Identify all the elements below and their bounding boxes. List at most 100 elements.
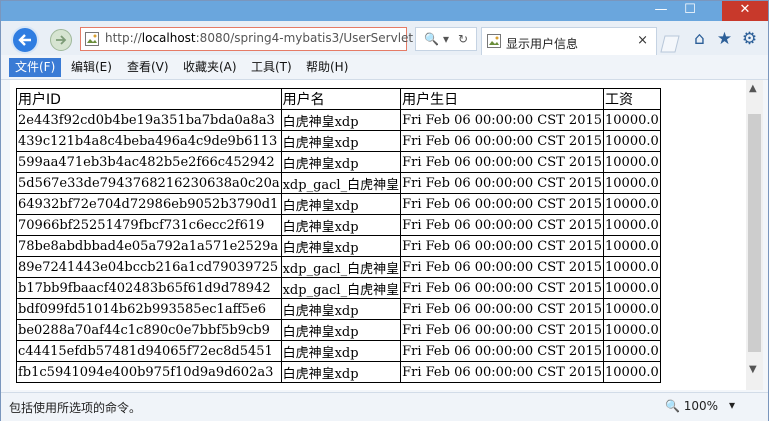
table-header-row: 用户ID 用户名 用户生日 工资 [16, 88, 661, 110]
header-user-birthday: 用户生日 [400, 88, 605, 110]
favorites-star-icon[interactable]: ★ [712, 29, 737, 49]
scroll-up-icon[interactable]: ▲ [749, 83, 757, 94]
minimize-button[interactable]: — [647, 1, 675, 21]
tab-active[interactable]: 显示用户信息 × [481, 27, 657, 55]
address-dropdown-icon[interactable]: ▾ [443, 32, 449, 46]
address-url[interactable]: http://localhost:8080/spring4-mybatis3/U… [105, 31, 413, 45]
refresh-icon[interactable]: ↻ [458, 32, 468, 46]
browser-window: — ☐ ✕ http://localhost:8080/spring4-myba… [0, 0, 769, 421]
cell-user-birthday: Fri Feb 06 00:00:00 CST 2015 [400, 235, 605, 257]
cell-user-birthday: Fri Feb 06 00:00:00 CST 2015 [400, 193, 605, 215]
menu-edit[interactable]: 编辑(E) [65, 58, 118, 77]
cell-user-id: fb1c5941094e400b975f10d9a9d602a3 [16, 361, 282, 383]
table-row: 599aa471eb3b4ac482b5e2f66c452942 白虎神皇xdp F… [16, 151, 661, 173]
menu-help[interactable]: 帮助(H) [300, 58, 354, 77]
cell-user-birthday: Fri Feb 06 00:00:00 CST 2015 [400, 256, 605, 278]
cell-user-birthday: Fri Feb 06 00:00:00 CST 2015 [400, 319, 605, 341]
table-row: 78be8abdbbad4e05a792a1a571e2529a 白虎神皇xdp F… [16, 235, 661, 257]
status-bar: 包括使用所选项的命令。 🔍 100% ▾ [1, 392, 768, 421]
cell-user-name: xdp_gacl_白虎神皇 [280, 256, 402, 278]
cell-user-id: 5d567e33de7943768216230638a0c20a [16, 172, 282, 194]
table-row: 89e7241443e04bccb216a1cd79039725 xdp_gacl… [16, 256, 661, 278]
menu-view[interactable]: 查看(V) [121, 58, 175, 77]
status-message: 包括使用所选项的命令。 [9, 401, 142, 415]
cell-user-id: 439c121b4a8c4beba496a4c9de9b6113 [16, 130, 282, 152]
table-row: be0288a70af44c1c890c0e7bbf5b9cb9 白虎神皇xdp F… [16, 319, 661, 341]
cell-user-id: 70966bf25251479fbcf731c6ecc2f619 [16, 214, 282, 236]
table-row: b17bb9fbaacf402483b65f61d9d78942 xdp_gacl… [16, 277, 661, 299]
url-scheme: http:// [105, 31, 142, 45]
cell-user-id: 89e7241443e04bccb216a1cd79039725 [16, 256, 282, 278]
forward-arrow-icon [56, 35, 67, 45]
cell-salary: 10000.0 [603, 235, 661, 257]
table-row: c44415efdb57481d94065f72ec8d5451 白虎神皇xdp F… [16, 340, 661, 362]
cell-salary: 10000.0 [603, 172, 661, 194]
table-row: 5d567e33de7943768216230638a0c20a xdp_gacl… [16, 172, 661, 194]
menu-file[interactable]: 文件(F) [9, 58, 62, 77]
page-favicon-icon [85, 32, 99, 46]
address-tools: 🔍 ▾ ↻ [415, 27, 477, 51]
table-row: 2e443f92cd0b4be19a351ba7bda0a8a3 白虎神皇xdp F… [16, 109, 661, 131]
cell-user-name: 白虎神皇xdp [280, 214, 402, 236]
cell-salary: 10000.0 [603, 298, 661, 320]
cell-user-name: 白虎神皇xdp [280, 109, 402, 131]
cell-user-birthday: Fri Feb 06 00:00:00 CST 2015 [400, 277, 605, 299]
cell-user-id: 2e443f92cd0b4be19a351ba7bda0a8a3 [16, 109, 282, 131]
header-salary: 工资 [603, 88, 661, 110]
cell-salary: 10000.0 [603, 193, 661, 215]
cell-user-name: 白虎神皇xdp [280, 361, 402, 383]
cell-salary: 10000.0 [603, 151, 661, 173]
cell-user-birthday: Fri Feb 06 00:00:00 CST 2015 [400, 130, 605, 152]
table-row: 70966bf25251479fbcf731c6ecc2f619 白虎神皇xdp F… [16, 214, 661, 236]
address-bar[interactable]: http://localhost:8080/spring4-mybatis3/U… [80, 27, 413, 51]
title-bar: — ☐ ✕ [1, 1, 768, 21]
header-user-id: 用户ID [16, 88, 282, 110]
cell-user-birthday: Fri Feb 06 00:00:00 CST 2015 [400, 109, 605, 131]
cell-user-birthday: Fri Feb 06 00:00:00 CST 2015 [400, 361, 605, 383]
forward-button[interactable] [50, 29, 72, 51]
cell-salary: 10000.0 [603, 340, 661, 362]
cell-user-id: 78be8abdbbad4e05a792a1a571e2529a [16, 235, 282, 257]
menu-tools[interactable]: 工具(T) [245, 58, 298, 77]
url-path: :8080/spring4-mybatis3/UserServlet [195, 31, 414, 45]
browser-toolbar-icons: ⌂ ★ ⚙ [687, 29, 762, 49]
back-arrow-icon [18, 34, 31, 46]
back-button[interactable] [11, 26, 39, 54]
cell-salary: 10000.0 [603, 277, 661, 299]
cell-user-name: 白虎神皇xdp [280, 151, 402, 173]
cell-user-name: 白虎神皇xdp [280, 130, 402, 152]
maximize-button[interactable]: ☐ [676, 1, 704, 21]
close-button[interactable]: ✕ [722, 1, 768, 21]
cell-user-name: 白虎神皇xdp [280, 340, 402, 362]
vertical-scrollbar[interactable]: ▲ ▼ [746, 80, 763, 390]
menu-bar: 文件(F) 编辑(E) 查看(V) 收藏夹(A) 工具(T) 帮助(H) [1, 55, 768, 80]
cell-user-id: b17bb9fbaacf402483b65f61d9d78942 [16, 277, 282, 299]
cell-user-name: 白虎神皇xdp [280, 193, 402, 215]
search-icon[interactable]: 🔍 [424, 32, 439, 46]
header-user-name: 用户名 [280, 88, 402, 110]
scrollbar-thumb[interactable] [748, 114, 761, 352]
cell-user-id: bdf099fd51014b62b993585ec1aff5e6 [16, 298, 282, 320]
cell-user-name: xdp_gacl_白虎神皇 [280, 172, 402, 194]
zoom-value: 100% [683, 399, 719, 413]
menu-favorites[interactable]: 收藏夹(A) [177, 58, 243, 77]
cell-user-id: c44415efdb57481d94065f72ec8d5451 [16, 340, 282, 362]
zoom-dropdown-icon[interactable]: ▾ [729, 398, 735, 412]
cell-user-birthday: Fri Feb 06 00:00:00 CST 2015 [400, 151, 605, 173]
settings-gear-icon[interactable]: ⚙ [737, 29, 762, 49]
cell-user-name: 白虎神皇xdp [280, 319, 402, 341]
navigation-bar: http://localhost:8080/spring4-mybatis3/U… [1, 21, 768, 55]
new-tab-icon[interactable] [659, 33, 681, 53]
tab-close-icon[interactable]: × [637, 33, 648, 48]
cell-user-name: 白虎神皇xdp [280, 235, 402, 257]
cell-user-birthday: Fri Feb 06 00:00:00 CST 2015 [400, 172, 605, 194]
cell-user-id: 64932bf72e704d72986eb9052b3790d1 [16, 193, 282, 215]
zoom-level[interactable]: 🔍 100% [665, 399, 718, 413]
scroll-down-icon[interactable]: ▼ [749, 364, 757, 375]
cell-user-name: xdp_gacl_白虎神皇 [280, 277, 402, 299]
cell-user-id: be0288a70af44c1c890c0e7bbf5b9cb9 [16, 319, 282, 341]
cell-user-name: 白虎神皇xdp [280, 298, 402, 320]
table-row: fb1c5941094e400b975f10d9a9d602a3 白虎神皇xdp F… [16, 361, 661, 383]
cell-user-birthday: Fri Feb 06 00:00:00 CST 2015 [400, 214, 605, 236]
home-icon[interactable]: ⌂ [687, 29, 712, 49]
